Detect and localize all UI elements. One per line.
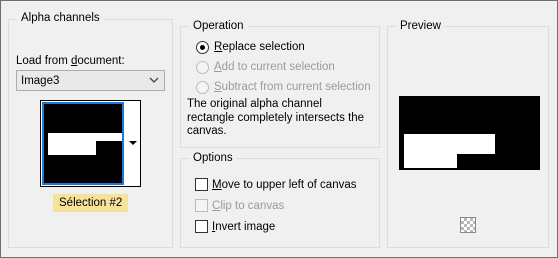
description-line-3: canvas. [187, 125, 227, 137]
options-panel: Options Move to upper left of canvas Cli… [180, 151, 380, 248]
add-to-selection-label[interactable]: Add to current selection [214, 60, 335, 74]
alpha-channels-title: Alpha channels [17, 11, 104, 25]
preview-selection-shape [399, 96, 540, 170]
operation-title: Operation [189, 19, 248, 33]
replace-selection-radio[interactable] [196, 41, 209, 54]
replace-selection-label[interactable]: Replace selection [214, 40, 305, 54]
preview-panel: Preview [387, 19, 549, 248]
operation-panel: Operation Replace selection Add to curre… [180, 19, 380, 148]
thumbnail-image [44, 104, 122, 183]
alpha-channels-panel: Alpha channels Load from document: Image… [8, 11, 173, 248]
selection-name-badge: Sélection #2 [53, 194, 129, 212]
chevron-down-icon [149, 77, 159, 83]
move-to-upper-left-label[interactable]: Move to upper left of canvas [212, 178, 356, 192]
alpha-channel-thumbnail[interactable] [42, 102, 124, 185]
alpha-channel-thumbnail-picker[interactable] [40, 100, 141, 187]
subtract-from-selection-label[interactable]: Subtract from current selection [214, 80, 371, 94]
add-to-selection-radio[interactable] [196, 61, 209, 74]
document-select-value: Image3 [21, 75, 60, 87]
invert-image-label[interactable]: Invert image [212, 220, 275, 234]
clip-to-canvas-checkbox[interactable] [195, 199, 208, 212]
document-select[interactable]: Image3 [16, 70, 165, 91]
move-to-upper-left-checkbox[interactable] [195, 178, 208, 191]
invert-image-checkbox[interactable] [195, 220, 208, 233]
checkerboard-icon[interactable] [460, 217, 476, 233]
preview-image [399, 96, 540, 170]
radio-selected-dot [200, 45, 205, 50]
options-title: Options [189, 151, 237, 165]
load-from-document-label: Load from document: [16, 55, 125, 67]
description-line-1: The original alpha channel [187, 98, 322, 110]
clip-to-canvas-label[interactable]: Clip to canvas [212, 199, 284, 213]
preview-title: Preview [396, 19, 445, 33]
dropdown-arrow-icon[interactable] [129, 141, 137, 145]
operation-description: The original alpha channel rectangle com… [187, 98, 379, 139]
description-line-2: rectangle completely intersects the [187, 111, 365, 124]
subtract-from-selection-radio[interactable] [196, 81, 209, 94]
